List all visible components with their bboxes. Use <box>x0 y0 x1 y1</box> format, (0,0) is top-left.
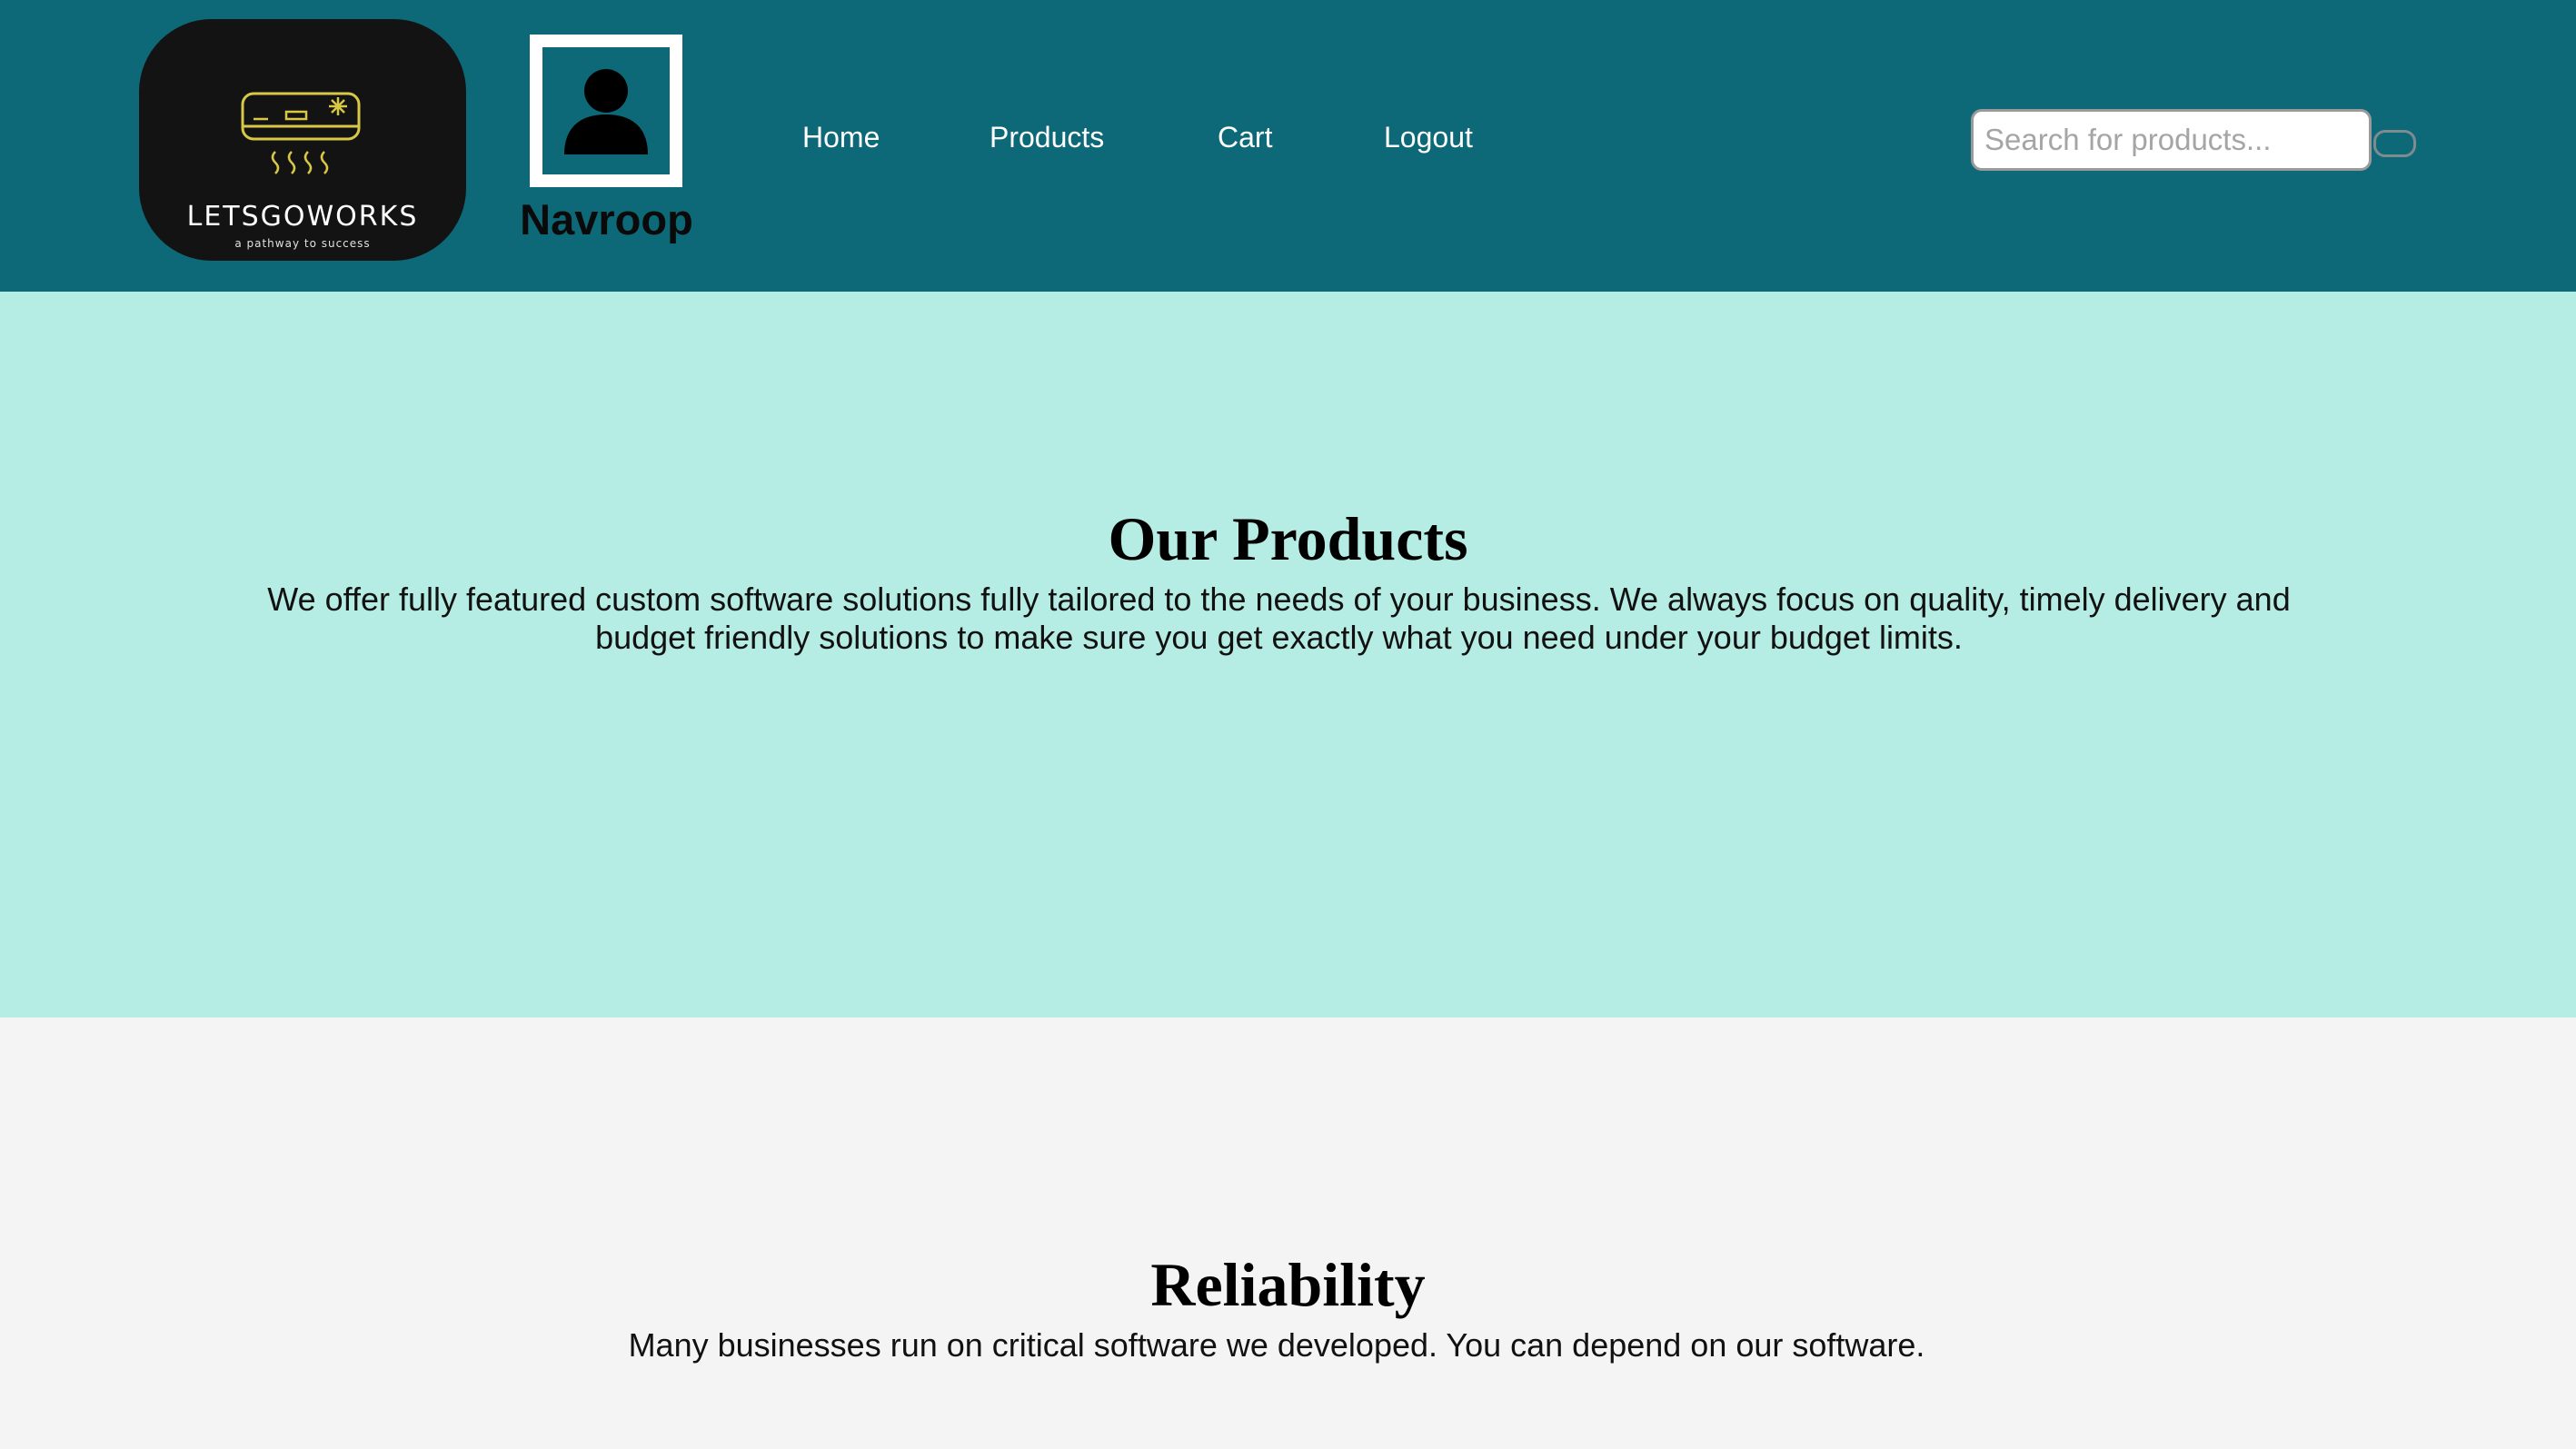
user-silhouette-icon <box>564 69 648 154</box>
brand-tagline: a pathway to success <box>234 237 371 250</box>
nav-products-link[interactable]: Products <box>990 121 1104 154</box>
user-name: Navroop <box>520 195 693 243</box>
search-input[interactable] <box>1971 109 2372 171</box>
products-description: We offer fully featured custom software … <box>267 581 2291 656</box>
site-header: LETSGOWORKS a pathway to success Navroop… <box>0 0 2576 292</box>
user-avatar[interactable] <box>530 35 682 187</box>
nav-home-link[interactable]: Home <box>802 121 880 154</box>
products-section: Our Products We offer fully featured cus… <box>0 292 2576 1017</box>
brand-logo[interactable]: LETSGOWORKS a pathway to success <box>139 19 466 261</box>
nav-cart-link[interactable]: Cart <box>1218 121 1272 154</box>
reliability-description: Many businesses run on critical software… <box>628 1326 1925 1364</box>
search-button[interactable] <box>2373 130 2416 157</box>
reliability-heading: Reliability <box>1150 1250 1426 1319</box>
air-conditioner-icon <box>241 92 361 174</box>
nav-logout-link[interactable]: Logout <box>1384 121 1473 154</box>
products-heading: Our Products <box>1108 504 1468 573</box>
brand-name: LETSGOWORKS <box>186 201 419 233</box>
reliability-section: Reliability Many businesses run on criti… <box>0 1017 2576 1449</box>
